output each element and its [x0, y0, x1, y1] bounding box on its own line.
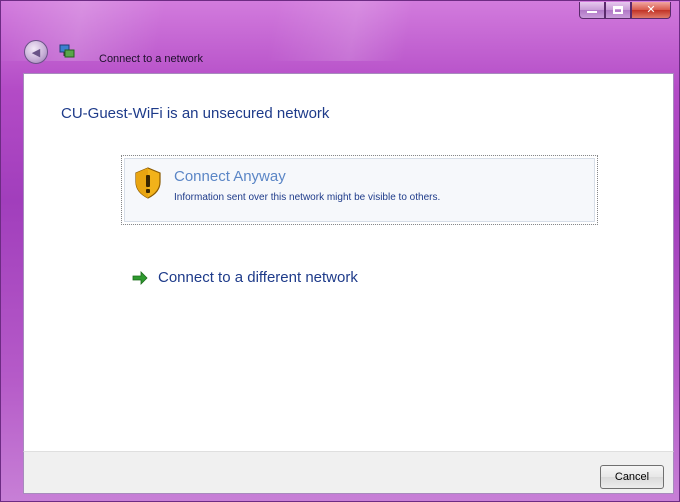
- maximize-icon: [613, 6, 623, 14]
- minimize-button[interactable]: [579, 2, 605, 19]
- connect-anyway-description: Information sent over this network might…: [174, 192, 441, 203]
- close-icon: ✕: [646, 3, 656, 16]
- green-arrow-icon: [132, 270, 148, 285]
- connect-different-network-label[interactable]: Connect to a different network: [158, 269, 358, 286]
- caption-buttons: ✕: [579, 2, 671, 20]
- content-pane: CU-Guest-WiFi is an unsecured network Co…: [23, 73, 674, 451]
- back-button[interactable]: ◀: [24, 40, 48, 64]
- security-warning-shield-icon: [135, 167, 161, 199]
- maximize-button[interactable]: [605, 2, 631, 19]
- dialog-window: ✕ ◀ Connect to a network CU-Guest-WiFi i…: [0, 0, 680, 502]
- cancel-button[interactable]: Cancel: [600, 465, 664, 489]
- page-heading: CU-Guest-WiFi is an unsecured network: [61, 105, 330, 122]
- network-icon: [59, 44, 75, 58]
- connect-anyway-option[interactable]: Connect Anyway Information sent over thi…: [121, 155, 598, 225]
- back-arrow-icon: ◀: [31, 45, 41, 59]
- window-title: Connect to a network: [99, 53, 203, 65]
- navigation-bar: ◀ Connect to a network: [1, 25, 679, 73]
- minimize-icon: [587, 7, 597, 13]
- close-button[interactable]: ✕: [631, 2, 671, 19]
- connect-different-network-link[interactable]: Connect to a different network: [132, 269, 358, 286]
- dialog-footer: Cancel: [23, 451, 674, 494]
- connect-anyway-title[interactable]: Connect Anyway: [174, 168, 286, 185]
